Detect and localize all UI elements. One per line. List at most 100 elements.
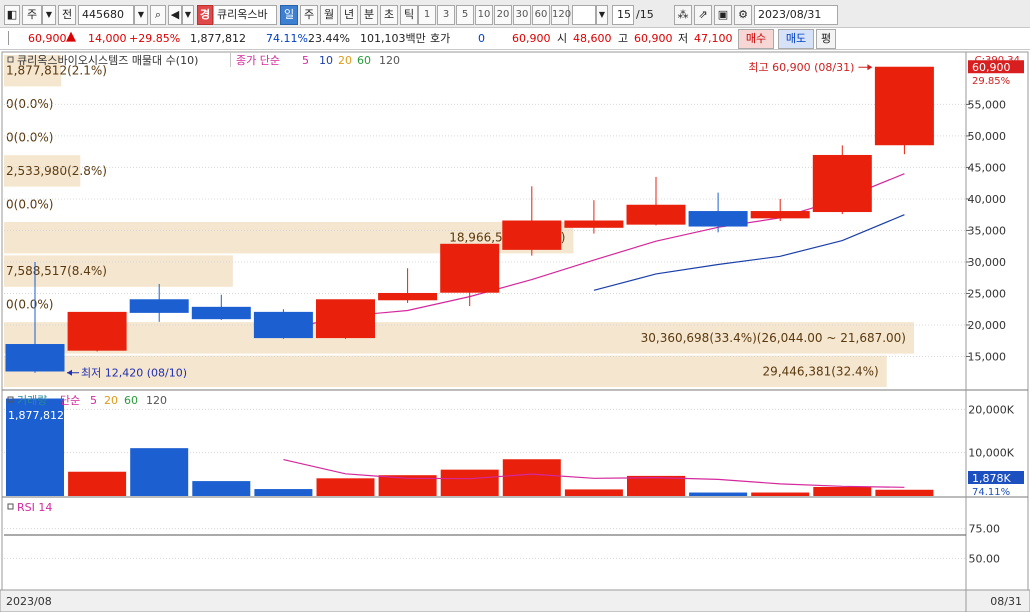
candle-body[interactable] bbox=[67, 311, 127, 351]
ma-period-5[interactable]: 5 bbox=[302, 54, 309, 67]
candle-body[interactable] bbox=[874, 66, 934, 146]
volume-bar[interactable] bbox=[68, 471, 127, 496]
period-tab-0[interactable]: 일 bbox=[280, 5, 298, 25]
open-label: 시 bbox=[557, 32, 568, 45]
candle-body[interactable] bbox=[378, 292, 438, 301]
volume-profile-label: 0(0.0%) bbox=[6, 131, 53, 145]
price-tick-label: 25,000 bbox=[968, 287, 1007, 300]
candle-body[interactable] bbox=[626, 204, 686, 225]
interval-button-60[interactable]: 60 bbox=[532, 5, 550, 25]
interval-button-3[interactable]: 3 bbox=[437, 5, 455, 25]
order-button[interactable]: 전 bbox=[58, 5, 76, 25]
volume-bar[interactable] bbox=[192, 481, 251, 496]
volume-bar[interactable] bbox=[689, 492, 748, 496]
interval-button-1[interactable]: 1 bbox=[418, 5, 436, 25]
volume-profile-label: 30,360,698(33.4%)(26,044.00 ~ 21,687.00) bbox=[641, 331, 906, 345]
speaker-icon[interactable]: ◀ bbox=[168, 5, 182, 25]
ma-period-20[interactable]: 20 bbox=[338, 54, 352, 67]
volume-ma-label[interactable]: 단순 bbox=[60, 394, 80, 407]
volume-bar[interactable] bbox=[130, 448, 189, 496]
low-label: 저 bbox=[678, 32, 689, 45]
interval-button-120[interactable]: 120 bbox=[551, 5, 571, 25]
high-label: 고 bbox=[618, 32, 629, 45]
candle-body[interactable] bbox=[750, 211, 810, 219]
volume-ma-period-60[interactable]: 60 bbox=[124, 394, 138, 407]
candle-body[interactable] bbox=[502, 220, 562, 250]
interval-button-5[interactable]: 5 bbox=[456, 5, 474, 25]
current-price: 60,900 bbox=[28, 32, 67, 45]
volume-ma-period-20[interactable]: 20 bbox=[104, 394, 118, 407]
price-tick-label: 50,000 bbox=[968, 130, 1007, 143]
ma-period-10[interactable]: 10 bbox=[319, 54, 333, 67]
quote-divider bbox=[8, 31, 10, 45]
interval-button-30[interactable]: 30 bbox=[513, 5, 531, 25]
volume-bar[interactable] bbox=[813, 486, 872, 496]
price-tick-label: 55,000 bbox=[968, 98, 1007, 111]
candle-body[interactable] bbox=[191, 306, 251, 320]
speaker-dropdown-icon[interactable]: ▼ bbox=[182, 5, 194, 25]
volume-bar[interactable] bbox=[254, 489, 313, 496]
candle-body[interactable] bbox=[129, 299, 189, 313]
period-tab-3[interactable]: 년 bbox=[340, 5, 358, 25]
indicator-icon[interactable]: ⁂ bbox=[674, 5, 692, 25]
volume-bar[interactable] bbox=[751, 492, 810, 496]
candle-body[interactable] bbox=[316, 299, 375, 339]
volume-ma-period-120[interactable]: 120 bbox=[146, 394, 167, 407]
volume-ma-period-5[interactable]: 5 bbox=[90, 394, 97, 407]
interval-dropdown-icon[interactable]: ▼ bbox=[596, 5, 608, 25]
candle-body[interactable] bbox=[440, 243, 500, 293]
low-price: 47,100 bbox=[694, 32, 733, 45]
volume-bar[interactable] bbox=[502, 459, 561, 496]
chart-legend-title[interactable]: 큐리옥스바이오시스템즈 매물대 수(10) bbox=[17, 54, 198, 67]
volume-bar[interactable] bbox=[875, 489, 934, 496]
chart-area[interactable]: 1,877,812(2.1%) 0(0.0%) 0(0.0%) 2,533,980(2… bbox=[0, 50, 1030, 612]
search-icon[interactable]: ⌕ bbox=[150, 5, 166, 25]
candle-body[interactable] bbox=[253, 311, 313, 339]
stock-chart[interactable]: 1,877,812(2.1%)0(0.0%)0(0.0%)2,533,980(2… bbox=[0, 50, 1030, 612]
volume-profile-label: 29,446,381(32.4%) bbox=[763, 364, 879, 378]
buy-button[interactable]: 매수 bbox=[738, 29, 774, 49]
volume-bar[interactable] bbox=[627, 475, 685, 496]
volume-legend-title[interactable]: 거래량 bbox=[17, 394, 47, 407]
price-tick-label: 30,000 bbox=[968, 256, 1007, 269]
candle-body[interactable] bbox=[564, 220, 624, 228]
candle-body[interactable] bbox=[5, 344, 65, 372]
volume-bar[interactable] bbox=[564, 489, 623, 496]
interval-button-20[interactable]: 20 bbox=[494, 5, 512, 25]
volume-bar[interactable] bbox=[316, 478, 375, 496]
settings-gear-icon[interactable]: ⚙ bbox=[734, 5, 752, 25]
candle-body[interactable] bbox=[688, 211, 748, 227]
page-total: /15 bbox=[636, 8, 654, 21]
period-tab-2[interactable]: 월 bbox=[320, 5, 338, 25]
window-menu-icon[interactable]: ◧ bbox=[4, 5, 20, 25]
code-dropdown-icon[interactable]: ▼ bbox=[134, 5, 148, 25]
up-arrow-icon: ▲ bbox=[66, 29, 76, 44]
compare-icon[interactable]: ⇗ bbox=[694, 5, 712, 25]
period-tab-1[interactable]: 주 bbox=[300, 5, 318, 25]
period-tab-6[interactable]: 틱 bbox=[400, 5, 418, 25]
period-tab-5[interactable]: 초 bbox=[380, 5, 398, 25]
volume-bar[interactable] bbox=[440, 469, 499, 496]
date-input[interactable]: 2023/08/31 bbox=[754, 5, 838, 25]
ma-period-120[interactable]: 120 bbox=[379, 54, 400, 67]
rsi-legend-title[interactable]: RSI 14 bbox=[17, 501, 52, 514]
interval-custom-input[interactable] bbox=[572, 5, 596, 25]
volume-tick-label: 20,000K bbox=[968, 403, 1014, 416]
sell-button[interactable]: 매도 bbox=[778, 29, 814, 49]
candle-body[interactable] bbox=[812, 154, 872, 213]
ask-label: 호가 bbox=[430, 32, 451, 45]
interval-button-10[interactable]: 10 bbox=[475, 5, 493, 25]
market-select[interactable]: 주 bbox=[22, 5, 42, 25]
ma-legend-label[interactable]: 종가 단순 bbox=[236, 54, 280, 67]
eval-button[interactable]: 평 bbox=[816, 29, 836, 49]
market-dropdown-icon[interactable]: ▼ bbox=[42, 5, 56, 25]
period-tab-4[interactable]: 분 bbox=[360, 5, 378, 25]
page-input[interactable]: 15 bbox=[612, 5, 634, 25]
ma-period-60[interactable]: 60 bbox=[357, 54, 371, 67]
high-price: 60,900 bbox=[634, 32, 673, 45]
x-axis-start-label: 2023/08 bbox=[6, 595, 52, 608]
high-annotation: 최고 60,900 (08/31) bbox=[748, 61, 854, 74]
stock-code-input[interactable]: 445680 bbox=[78, 5, 134, 25]
price-tick-label: 35,000 bbox=[968, 224, 1007, 237]
save-icon[interactable]: ▣ bbox=[714, 5, 732, 25]
